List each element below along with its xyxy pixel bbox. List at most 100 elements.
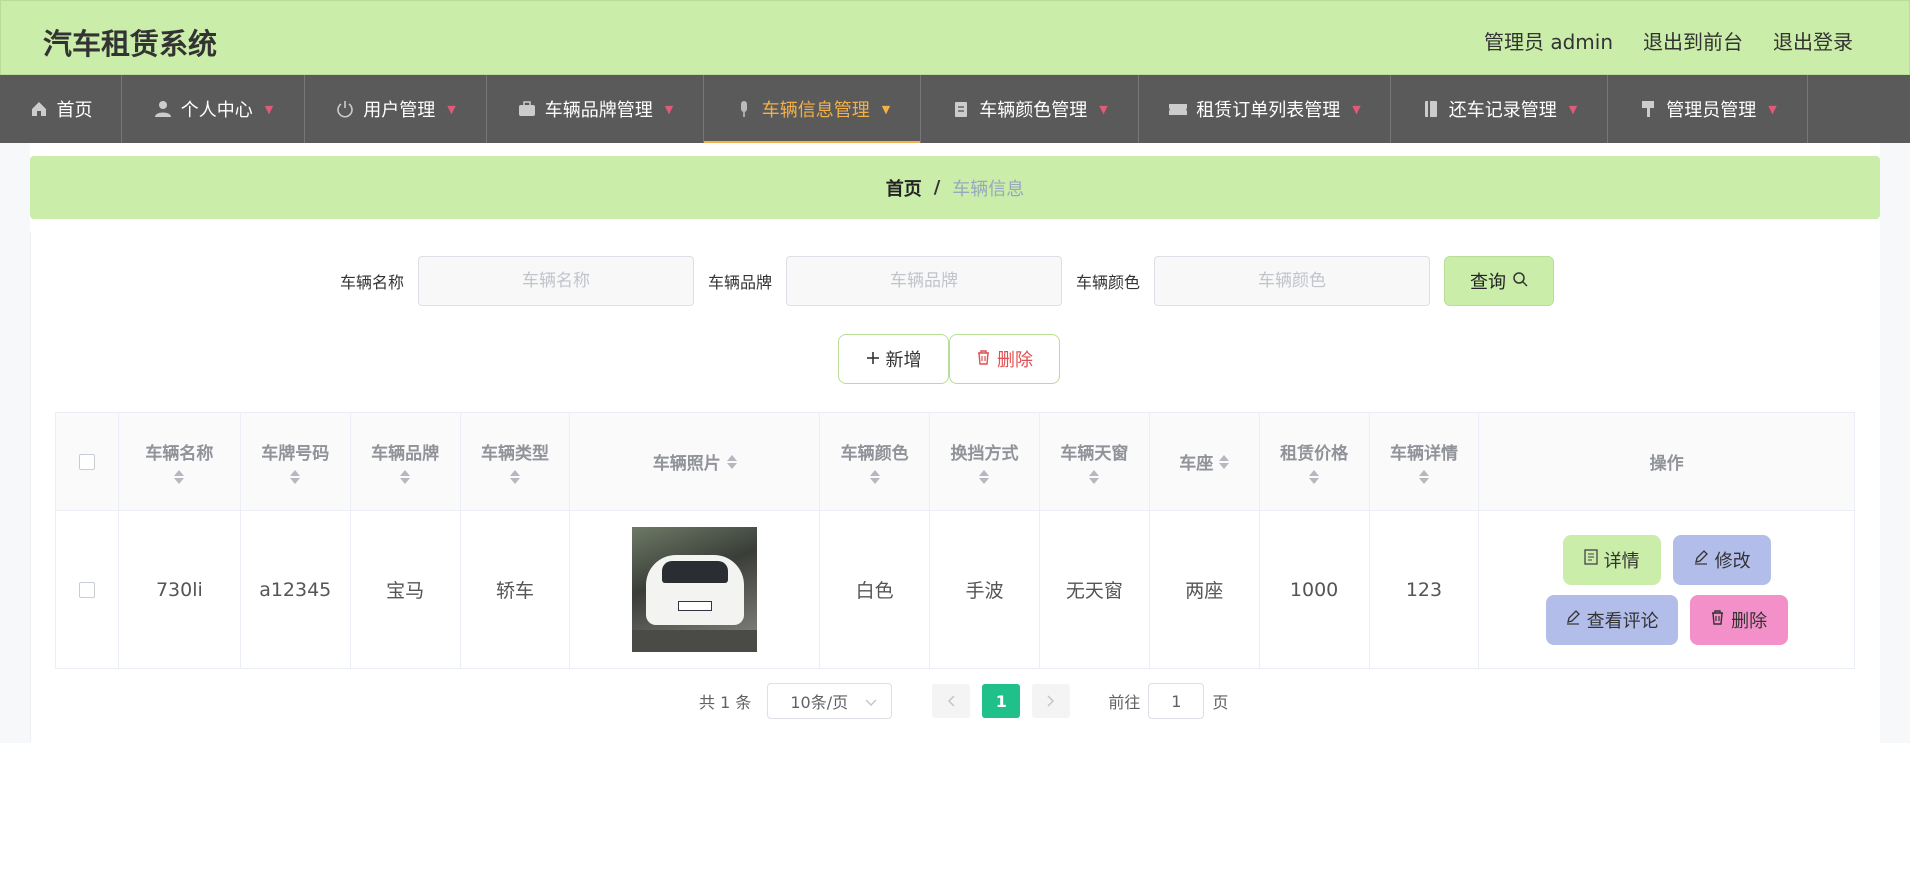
nav-item-returns[interactable]: 还车记录管理 ▼ [1391, 75, 1608, 143]
search-color-input[interactable] [1154, 256, 1431, 306]
nav-label: 个人中心 [180, 100, 253, 121]
cell-color: 白色 [820, 511, 931, 668]
nav-item-admins[interactable]: 管理员管理 ▼ [1608, 75, 1808, 143]
home-icon [29, 99, 49, 119]
nav-item-brand[interactable]: 车辆品牌管理 ▼ [487, 75, 704, 143]
query-button[interactable]: 查询 [1444, 256, 1555, 306]
breadcrumb-home[interactable]: 首页 [886, 175, 922, 201]
column-header[interactable]: 车辆品牌 [351, 413, 461, 510]
goto-page-input[interactable] [1148, 683, 1205, 719]
nav-item-color[interactable]: 车辆颜色管理 ▼ [921, 75, 1139, 143]
chevron-down-icon: ▼ [664, 102, 674, 116]
brush-icon [1638, 99, 1658, 119]
bulk-actions: 新增 删除 [838, 334, 1060, 384]
add-button[interactable]: 新增 [838, 334, 949, 384]
nav-label: 租赁订单列表管理 [1196, 100, 1341, 121]
nav-item-vehicle-info[interactable]: 车辆信息管理 ▼ [704, 75, 921, 143]
column-header[interactable]: 租赁价格 [1260, 413, 1370, 510]
prev-page-button[interactable] [932, 684, 971, 718]
search-name-label: 车辆名称 [340, 273, 405, 292]
pagination: 共 1 条 10条/页 1 前往 页 [699, 683, 1228, 719]
bulk-delete-button[interactable]: 删除 [949, 334, 1060, 384]
page-size-value: 10条/页 [790, 693, 849, 712]
sort-icon[interactable] [1418, 470, 1429, 484]
column-header[interactable]: 车辆天窗 [1040, 413, 1150, 510]
chevron-down-icon: ▼ [1352, 102, 1361, 116]
cell-detail: 123 [1370, 511, 1480, 668]
logout-link[interactable]: 退出登录 [1773, 26, 1853, 55]
view-reviews-label: 查看评论 [1586, 610, 1659, 632]
column-header[interactable]: 车辆名称 [119, 413, 241, 510]
column-header[interactable]: 车牌号码 [241, 413, 351, 510]
column-title: 车辆照片 [652, 454, 721, 474]
search-color-label: 车辆颜色 [1076, 273, 1141, 292]
car-photo[interactable] [632, 527, 758, 652]
nav-label: 车辆品牌管理 [544, 100, 653, 121]
query-label: 查询 [1470, 272, 1507, 293]
view-reviews-button[interactable]: 查看评论 [1545, 594, 1678, 645]
chevron-down-icon: ▼ [881, 102, 891, 116]
sort-icon[interactable] [174, 470, 185, 484]
chevron-down-icon: ▼ [447, 102, 456, 116]
column-header[interactable]: 换挡方式 [930, 413, 1040, 510]
column-header[interactable]: 车辆类型 [461, 413, 571, 510]
edit-icon [1693, 549, 1709, 570]
nav-item-home[interactable]: 首页 [0, 75, 122, 143]
edit-button[interactable]: 修改 [1672, 534, 1771, 585]
select-all-cell [56, 413, 119, 510]
nav-item-users[interactable]: 用户管理 ▼ [305, 75, 487, 143]
sort-icon[interactable] [869, 470, 880, 484]
page-size-select[interactable]: 10条/页 [767, 683, 893, 719]
clipboard-icon [951, 99, 971, 119]
column-header[interactable]: 车辆详情 [1370, 413, 1480, 510]
sort-icon[interactable] [1309, 470, 1320, 484]
sort-icon[interactable] [290, 470, 301, 484]
goto-page: 前往 页 [1108, 683, 1228, 719]
cell-photo [570, 511, 821, 668]
trash-icon [1710, 609, 1725, 630]
trash-icon [976, 349, 991, 370]
sort-icon[interactable] [1219, 454, 1230, 469]
nav-item-personal[interactable]: 个人中心 ▼ [122, 75, 305, 143]
cell-gear: 手波 [930, 511, 1040, 668]
breadcrumb-current: 车辆信息 [952, 178, 1025, 200]
edit-label: 修改 [1714, 550, 1751, 572]
search-form: 车辆名称 车辆品牌 车辆颜色 查询 [340, 256, 1555, 306]
column-title: 车辆颜色 [840, 444, 909, 464]
cell-sunroof: 无天窗 [1040, 511, 1150, 668]
column-header[interactable]: 车座 [1150, 413, 1260, 510]
goto-prefix: 前往 [1108, 693, 1141, 712]
app-title: 汽车租赁系统 [43, 27, 218, 61]
column-header[interactable]: 车辆颜色 [820, 413, 931, 510]
page-number-current[interactable]: 1 [982, 684, 1021, 718]
column-title: 车牌号码 [261, 444, 330, 464]
sort-icon[interactable] [979, 470, 990, 484]
column-title: 车辆详情 [1389, 444, 1458, 464]
chevron-down-icon [865, 692, 877, 711]
exit-to-front-link[interactable]: 退出到前台 [1643, 26, 1743, 55]
goto-suffix: 页 [1212, 693, 1229, 712]
column-title: 车辆名称 [145, 444, 214, 464]
header-links: 管理员 admin 退出到前台 退出登录 [1484, 26, 1853, 55]
select-all-checkbox[interactable] [78, 453, 95, 470]
delete-label: 删除 [997, 350, 1033, 371]
sort-icon[interactable] [1089, 470, 1100, 484]
search-name-input[interactable] [418, 256, 695, 306]
detail-button[interactable]: 详情 [1562, 534, 1661, 585]
row-checkbox[interactable] [78, 581, 95, 598]
row-delete-button[interactable]: 删除 [1689, 594, 1788, 645]
nav-item-orders[interactable]: 租赁订单列表管理 ▼ [1139, 75, 1391, 143]
sort-icon[interactable] [509, 470, 520, 484]
sort-icon[interactable] [726, 454, 737, 469]
search-brand-input[interactable] [786, 256, 1063, 306]
column-title: 车座 [1179, 454, 1214, 474]
sort-icon[interactable] [400, 470, 411, 484]
nav-label: 还车记录管理 [1448, 100, 1557, 121]
column-header[interactable]: 车辆照片 [570, 413, 821, 510]
power-icon [335, 99, 355, 119]
user-icon [153, 99, 173, 119]
admin-user-label[interactable]: 管理员 admin [1484, 26, 1613, 55]
column-title: 车辆类型 [480, 444, 549, 464]
ticket-icon [1168, 99, 1188, 119]
next-page-button[interactable] [1032, 684, 1071, 718]
